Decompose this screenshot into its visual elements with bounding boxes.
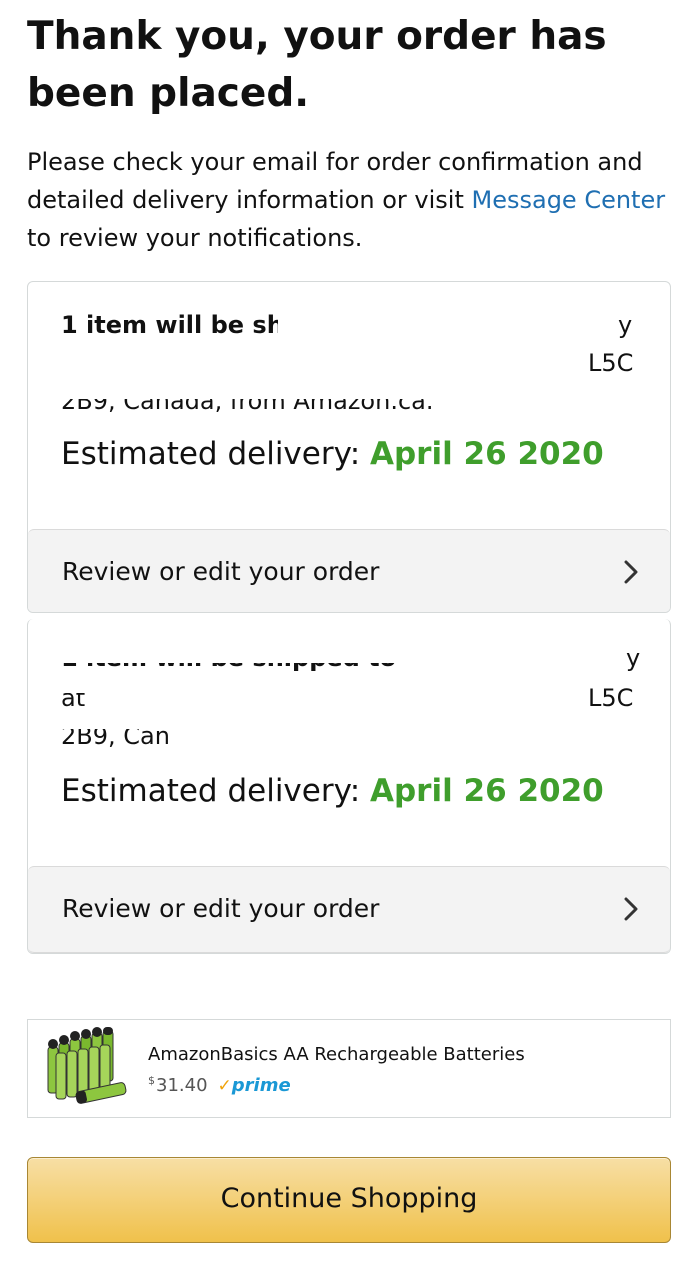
- redaction-mask: [48, 386, 498, 399]
- ship-address-text: 1 item will be sh: [61, 311, 284, 339]
- ship-address-fragment: y: [626, 644, 641, 672]
- product-card[interactable]: AmazonBasics AA Rechargeable Batteries $…: [27, 1019, 671, 1118]
- chevron-right-icon: [624, 897, 638, 921]
- redaction-mask: [48, 639, 628, 663]
- review-order-label: Review or edit your order: [62, 894, 380, 923]
- prime-badge: prime: [231, 1075, 291, 1096]
- review-order-label: Review or edit your order: [62, 557, 380, 586]
- continue-shopping-button[interactable]: Continue Shopping: [27, 1157, 671, 1243]
- redaction-mask: [48, 683, 88, 693]
- review-order-button[interactable]: Review or edit your order: [28, 529, 670, 612]
- product-name[interactable]: AmazonBasics AA Rechargeable Batteries: [148, 1043, 525, 1067]
- intro-text: Please check your email for order confir…: [27, 143, 677, 257]
- shipment-card-1: 1 item will be sh y L5C 2B9, Canada, fro…: [27, 281, 671, 613]
- price-amount: 31.40: [156, 1075, 208, 1096]
- ship-address-fragment: y: [618, 311, 633, 339]
- price-currency: $: [148, 1074, 155, 1087]
- ship-address-fragment: L5C: [588, 684, 634, 712]
- estimated-delivery: Estimated delivery: April 26 2020: [61, 771, 604, 811]
- chevron-right-icon: [624, 560, 638, 584]
- battery-pack-icon: [47, 1027, 127, 1104]
- product-price: $31.40 ✓prime: [148, 1069, 291, 1098]
- message-center-link[interactable]: Message Center: [472, 186, 666, 214]
- estimated-delivery-date: April 26 2020: [370, 436, 604, 472]
- review-order-button[interactable]: Review or edit your order: [28, 866, 670, 953]
- estimated-delivery-label: Estimated delivery:: [61, 773, 370, 809]
- page-title: Thank you, your order has been placed.: [27, 14, 607, 116]
- continue-shopping-label: Continue Shopping: [220, 1183, 478, 1214]
- estimated-delivery: Estimated delivery: April 26 2020: [61, 434, 604, 474]
- estimated-delivery-label: Estimated delivery:: [61, 436, 370, 472]
- ship-address-fragment: L5C: [588, 349, 634, 377]
- shipment-card-2: 1 item will be shipped to y at L5C 2B9, …: [27, 619, 671, 954]
- redaction-mask: [278, 304, 598, 348]
- redaction-mask: [48, 719, 248, 729]
- estimated-delivery-date: April 26 2020: [370, 773, 604, 809]
- prime-check-icon: ✓: [217, 1076, 232, 1096]
- intro-text-after: to review your notifications.: [27, 224, 363, 252]
